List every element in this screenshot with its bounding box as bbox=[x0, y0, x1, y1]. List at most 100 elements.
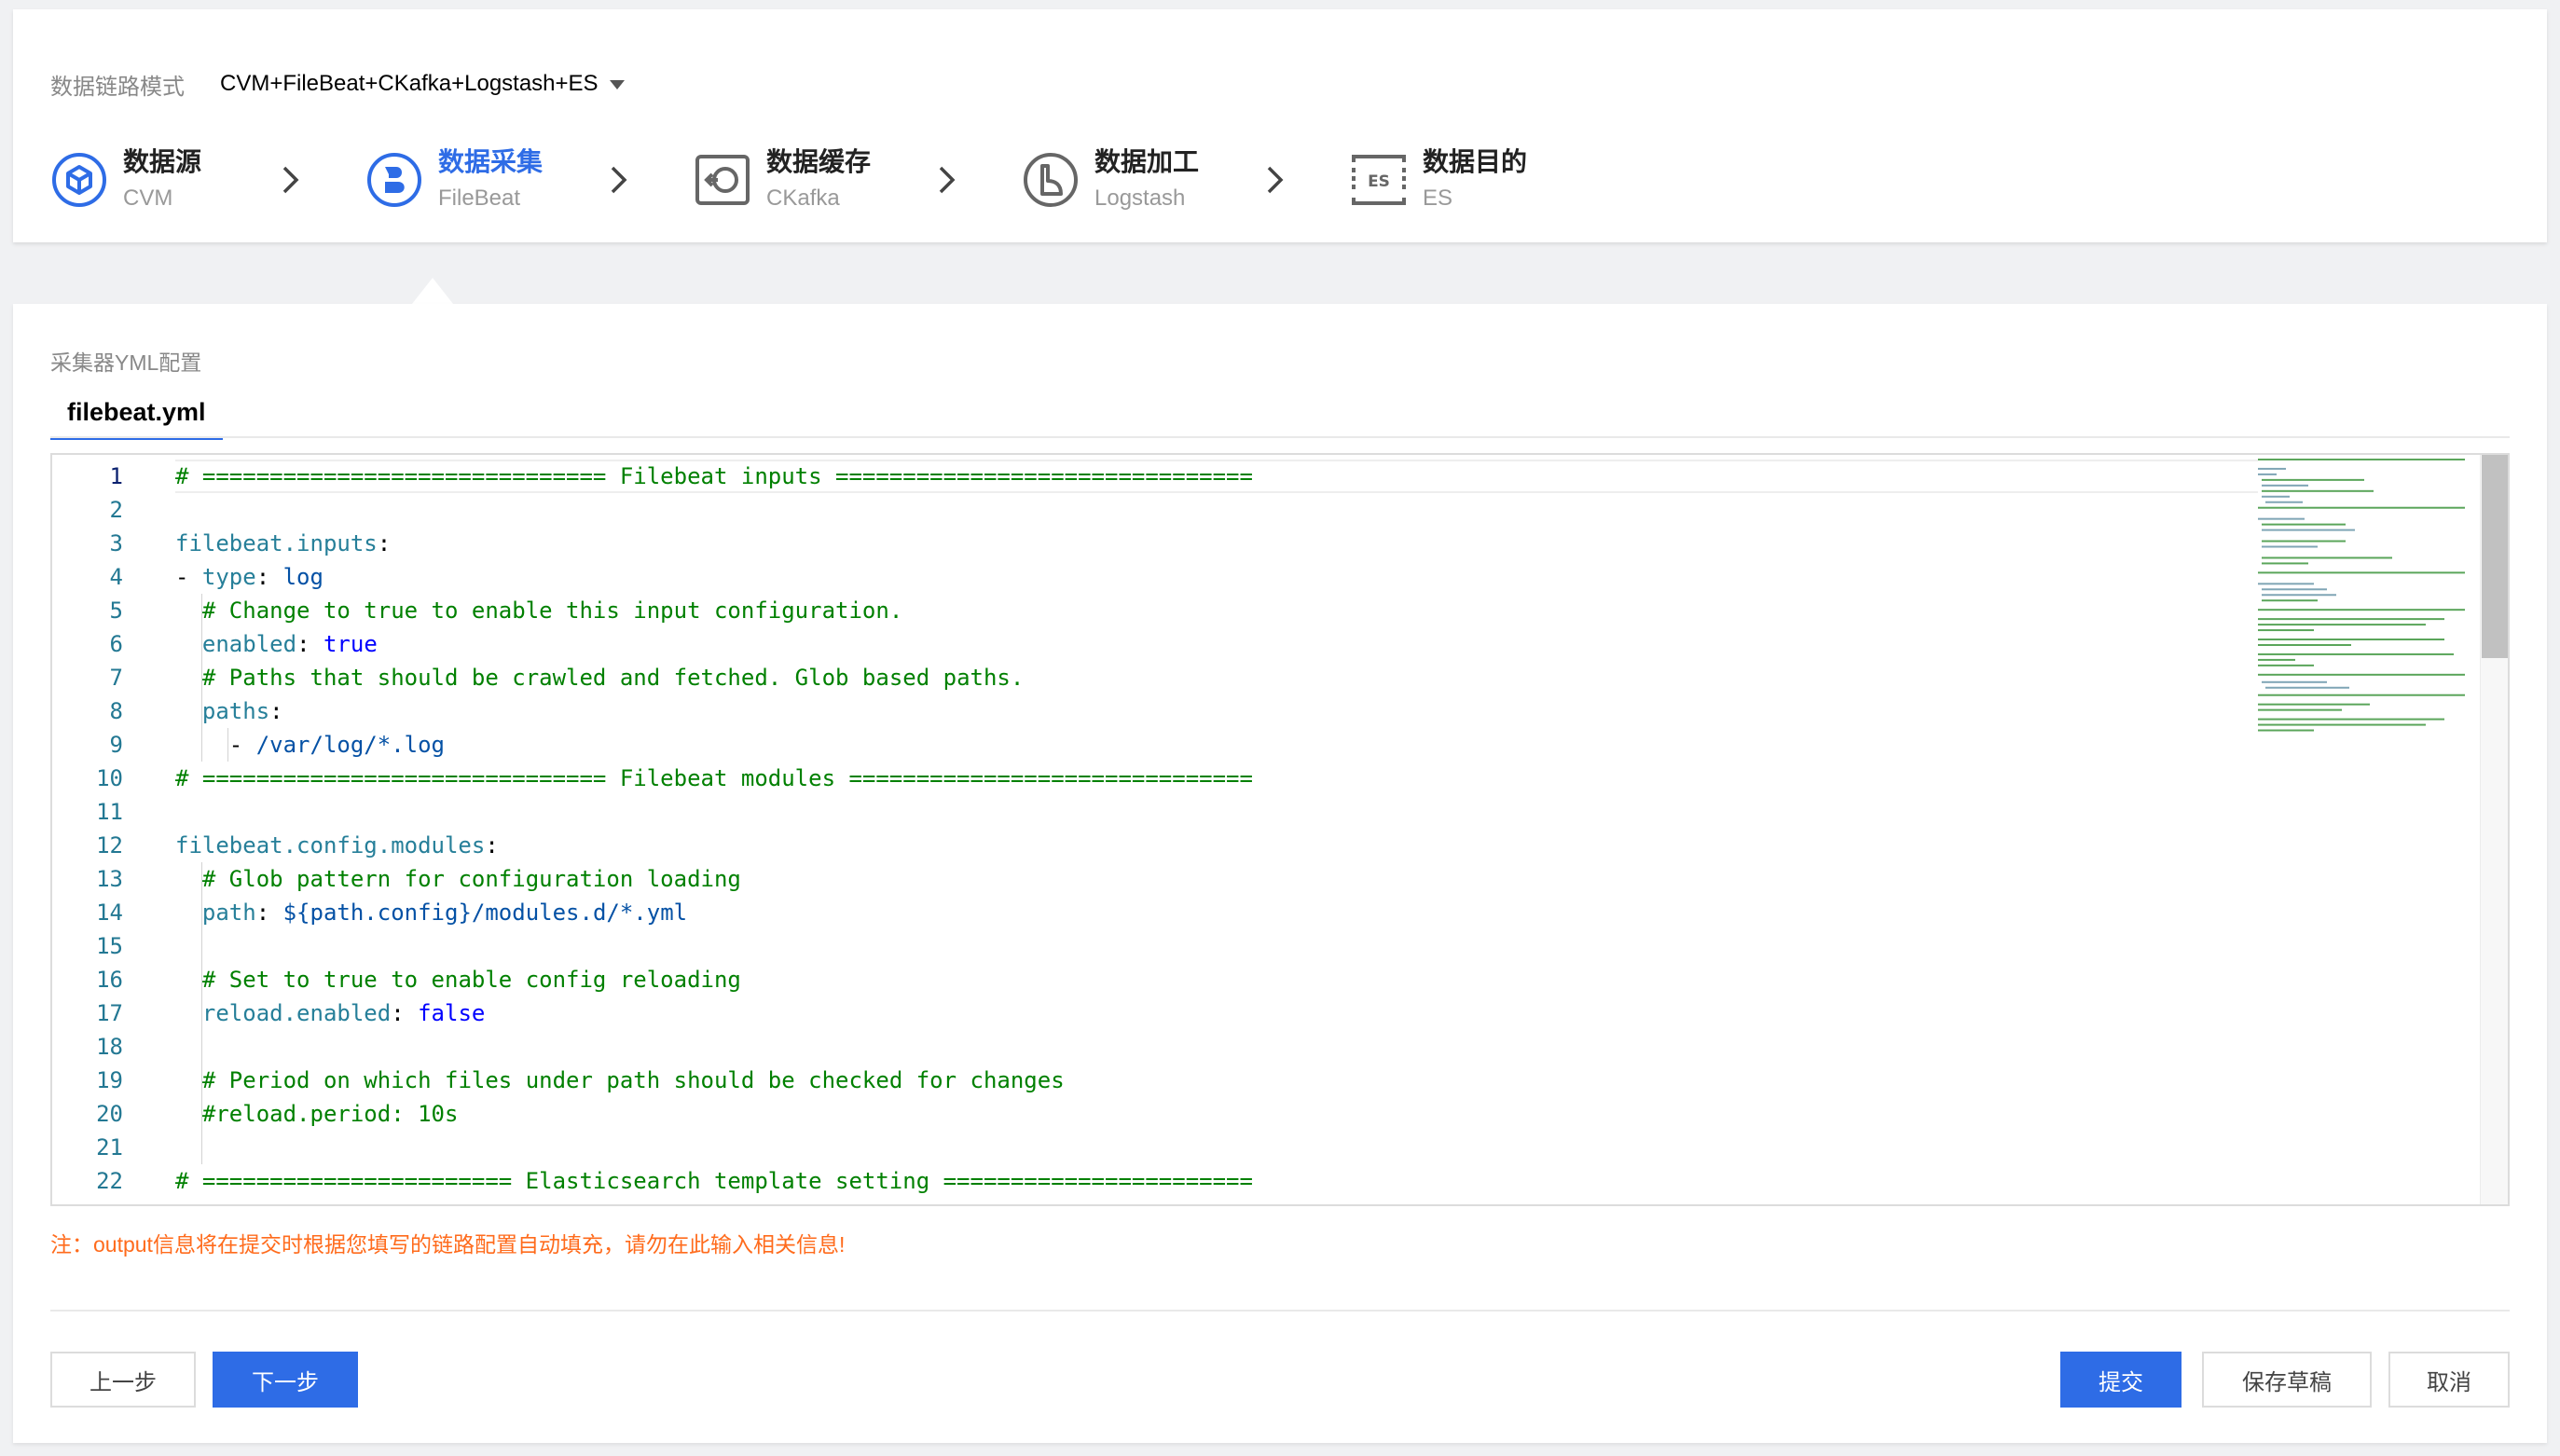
line-number: 16 bbox=[96, 967, 123, 993]
code-line: # Paths that should be crawled and fetch… bbox=[175, 661, 1024, 694]
code-token: ${path.config}/modules.d/*.yml bbox=[282, 900, 688, 926]
line-number: 21 bbox=[96, 1134, 123, 1161]
next-step-button[interactable]: 下一步 bbox=[213, 1352, 358, 1408]
code-line: filebeat.config.modules: bbox=[175, 829, 499, 862]
code-minimap[interactable] bbox=[2254, 455, 2474, 1204]
line-number: 6 bbox=[109, 631, 123, 657]
code-token: # ============================== Filebea… bbox=[175, 463, 1253, 489]
code-editor[interactable]: 1 2 3 4 5 6 7 8 9 10 11 12 13 14 15 16 17 18 19 20 21 22 # ==… bbox=[50, 453, 2510, 1206]
code-token: # ============================== Filebea… bbox=[175, 765, 1253, 791]
line-number: 13 bbox=[96, 866, 123, 892]
cancel-button[interactable]: 取消 bbox=[2388, 1352, 2510, 1408]
code-token: : bbox=[391, 1000, 419, 1026]
line-number: 11 bbox=[96, 799, 123, 825]
step-subtitle: CKafka bbox=[766, 185, 840, 211]
svg-text:ES: ES bbox=[1368, 172, 1390, 191]
code-content[interactable]: # ============================== Filebea… bbox=[175, 455, 2254, 1204]
code-token: type bbox=[201, 564, 256, 590]
code-token: paths bbox=[201, 698, 270, 724]
line-number-gutter: 1 2 3 4 5 6 7 8 9 10 11 12 13 14 15 16 17 18 19 20 21 22 bbox=[52, 455, 175, 1204]
step-subtitle: ES bbox=[1423, 185, 1453, 211]
line-number: 22 bbox=[96, 1168, 123, 1194]
footer-divider bbox=[50, 1310, 2510, 1312]
step-title: 数据目的 bbox=[1423, 147, 1528, 176]
submit-button[interactable]: 提交 bbox=[2060, 1352, 2182, 1408]
indent-guide bbox=[201, 862, 202, 1164]
code-token: false bbox=[418, 1000, 486, 1026]
line-number: 5 bbox=[109, 598, 123, 624]
code-token: # Change to true to enable this input co… bbox=[201, 598, 903, 624]
code-token: filebeat.inputs bbox=[175, 530, 378, 556]
code-token: - bbox=[175, 732, 256, 758]
line-number: 3 bbox=[109, 530, 123, 556]
line-number: 14 bbox=[96, 900, 123, 926]
code-token: enabled bbox=[201, 631, 297, 657]
line-number: 15 bbox=[96, 933, 123, 959]
cvm-icon bbox=[52, 153, 106, 207]
code-line: # ======================= Elasticsearch … bbox=[175, 1164, 1253, 1198]
editor-scrollbar-thumb[interactable] bbox=[2482, 455, 2508, 658]
code-token: # Paths that should be crawled and fetch… bbox=[201, 665, 1025, 691]
code-token: log bbox=[282, 564, 323, 590]
step-title: 数据加工 bbox=[1094, 147, 1200, 176]
code-line: #reload.period: 10s bbox=[175, 1097, 459, 1131]
pipeline-mode-label: 数据链路模式 bbox=[50, 74, 185, 100]
code-line: paths: bbox=[175, 694, 283, 728]
code-line: - /var/log/*.log bbox=[175, 728, 445, 762]
code-token: : bbox=[269, 698, 283, 724]
code-line: # ============================== Filebea… bbox=[175, 460, 1253, 493]
active-step-pointer bbox=[412, 278, 453, 304]
step-data-destination[interactable]: ES 数据目的 ES bbox=[1350, 129, 1527, 231]
code-line: # Period on which files under path shoul… bbox=[175, 1064, 1065, 1097]
indent-guide bbox=[201, 594, 202, 762]
code-token: #reload.period: 10s bbox=[201, 1101, 459, 1127]
code-line: reload.enabled: false bbox=[175, 996, 485, 1030]
code-line: # Set to true to enable config reloading bbox=[175, 963, 741, 996]
tab-filebeat-yml[interactable]: filebeat.yml bbox=[50, 388, 223, 440]
steps-bar: 数据源 CVM 数据采集 FileBeat 数据缓存 CKafka 数据加工 L… bbox=[50, 129, 1635, 231]
save-draft-button[interactable]: 保存草稿 bbox=[2202, 1352, 2372, 1408]
output-note: 注：output信息将在提交时根据您填写的链路配置自动填充，请勿在此输入相关信息… bbox=[50, 1232, 846, 1257]
code-line: # Change to true to enable this input co… bbox=[175, 594, 902, 627]
logstash-icon bbox=[1024, 153, 1078, 207]
chevron-right-icon bbox=[282, 166, 299, 194]
es-icon: ES bbox=[1352, 155, 1406, 205]
step-data-cache[interactable]: 数据缓存 CKafka bbox=[694, 129, 871, 231]
line-number: 7 bbox=[109, 665, 123, 691]
line-number: 2 bbox=[109, 497, 123, 523]
line-number: 12 bbox=[96, 832, 123, 858]
prev-step-button[interactable]: 上一步 bbox=[50, 1352, 196, 1408]
chevron-right-icon bbox=[939, 166, 956, 194]
code-token: # Period on which files under path shoul… bbox=[201, 1067, 1065, 1093]
pipeline-mode-select[interactable]: CVM+FileBeat+CKafka+Logstash+ES bbox=[220, 71, 625, 97]
code-line: path: ${path.config}/modules.d/*.yml bbox=[175, 896, 687, 929]
line-number: 1 bbox=[109, 463, 123, 489]
code-token: true bbox=[323, 631, 378, 657]
code-token: # ======================= Elasticsearch … bbox=[175, 1168, 1253, 1194]
line-number: 10 bbox=[96, 765, 123, 791]
pipeline-mode-row: 数据链路模式 CVM+FileBeat+CKafka+Logstash+ES bbox=[50, 67, 625, 101]
step-title: 数据缓存 bbox=[766, 147, 872, 176]
editor-scrollbar[interactable] bbox=[2480, 455, 2508, 1204]
caret-down-icon bbox=[609, 80, 625, 89]
code-token: # Set to true to enable config reloading bbox=[201, 967, 741, 993]
line-number: 8 bbox=[109, 698, 123, 724]
pipeline-header-card: 数据链路模式 CVM+FileBeat+CKafka+Logstash+ES 数… bbox=[13, 9, 2547, 242]
line-number: 19 bbox=[96, 1067, 123, 1093]
code-line: # Glob pattern for configuration loading bbox=[175, 862, 741, 896]
code-token: : bbox=[255, 564, 283, 590]
code-token: : bbox=[296, 631, 323, 657]
step-data-collection[interactable]: 数据采集 FileBeat bbox=[365, 129, 543, 231]
tab-divider bbox=[50, 436, 2510, 438]
step-data-source[interactable]: 数据源 CVM bbox=[50, 129, 201, 231]
step-data-processing[interactable]: 数据加工 Logstash bbox=[1022, 129, 1199, 231]
step-subtitle: FileBeat bbox=[438, 185, 521, 211]
